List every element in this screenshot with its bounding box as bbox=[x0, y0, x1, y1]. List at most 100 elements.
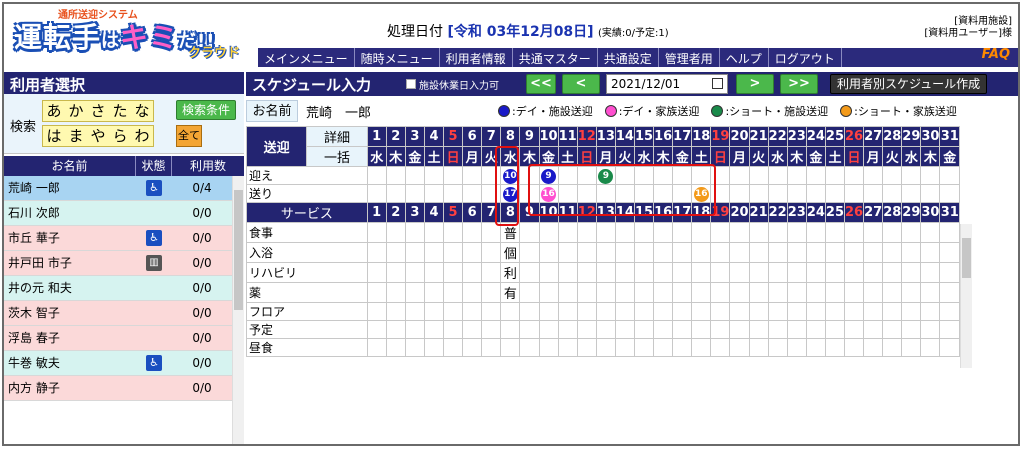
service-cell[interactable] bbox=[366, 242, 387, 263]
service-cell[interactable]: 有 bbox=[500, 282, 521, 303]
service-cell[interactable] bbox=[653, 320, 674, 339]
service-cell[interactable] bbox=[595, 262, 616, 283]
service-cell[interactable] bbox=[423, 338, 445, 357]
weekday-header[interactable]: 金 bbox=[404, 146, 425, 167]
service-cell[interactable] bbox=[672, 222, 693, 243]
service-cell[interactable] bbox=[538, 242, 559, 263]
weekday-header[interactable]: 火 bbox=[748, 146, 769, 167]
checkbox-box[interactable] bbox=[406, 79, 416, 89]
service-cell[interactable] bbox=[557, 320, 578, 339]
service-cell[interactable] bbox=[653, 222, 674, 243]
weekday-header[interactable]: 金 bbox=[939, 146, 960, 167]
service-cell[interactable] bbox=[691, 282, 712, 303]
day-header[interactable]: 10 bbox=[538, 126, 559, 147]
service-cell[interactable] bbox=[729, 282, 750, 303]
schedule-cell[interactable] bbox=[939, 166, 960, 185]
weekday-header[interactable]: 金 bbox=[805, 146, 826, 167]
service-cell[interactable] bbox=[901, 262, 922, 283]
service-cell[interactable] bbox=[576, 338, 597, 357]
kana-button[interactable]: は bbox=[43, 126, 65, 146]
service-cell[interactable] bbox=[863, 302, 884, 321]
service-cell[interactable] bbox=[462, 302, 483, 321]
day-header[interactable]: 22 bbox=[767, 126, 788, 147]
service-cell[interactable] bbox=[443, 302, 464, 321]
service-cell[interactable] bbox=[710, 282, 731, 303]
weekday-header[interactable]: 水 bbox=[767, 146, 788, 167]
next-month-button[interactable]: >> bbox=[780, 74, 818, 94]
service-cell[interactable] bbox=[786, 282, 807, 303]
service-cell[interactable] bbox=[366, 302, 387, 321]
prev-month-button[interactable]: << bbox=[526, 74, 556, 94]
kana-button[interactable]: あ bbox=[43, 101, 65, 121]
service-cell[interactable] bbox=[882, 302, 903, 321]
user-row[interactable]: 茨木 智子 0/0 bbox=[4, 301, 232, 326]
weekday-header[interactable]: 月 bbox=[863, 146, 884, 167]
service-cell[interactable] bbox=[786, 302, 807, 321]
service-cell[interactable] bbox=[729, 320, 750, 339]
day-header[interactable]: 26 bbox=[843, 126, 865, 147]
schedule-cell[interactable] bbox=[748, 166, 769, 185]
service-cell[interactable] bbox=[920, 262, 941, 283]
service-cell[interactable] bbox=[863, 338, 884, 357]
service-cell[interactable]: 利 bbox=[500, 262, 521, 283]
schedule-cell[interactable] bbox=[366, 184, 387, 203]
service-cell[interactable] bbox=[653, 282, 674, 303]
service-cell[interactable] bbox=[481, 242, 502, 263]
service-cell[interactable] bbox=[404, 302, 425, 321]
schedule-cell[interactable] bbox=[366, 166, 387, 185]
service-cell[interactable] bbox=[786, 320, 807, 339]
service-cell[interactable] bbox=[576, 262, 597, 283]
service-cell[interactable] bbox=[920, 338, 941, 357]
service-cell[interactable] bbox=[557, 302, 578, 321]
service-cell[interactable] bbox=[633, 302, 655, 321]
service-cell[interactable] bbox=[576, 302, 597, 321]
service-cell[interactable] bbox=[824, 262, 846, 283]
service-cell[interactable] bbox=[385, 320, 406, 339]
service-cell[interactable] bbox=[767, 320, 788, 339]
service-cell[interactable] bbox=[672, 338, 693, 357]
service-cell[interactable] bbox=[653, 262, 674, 283]
day-header[interactable]: 23 bbox=[786, 126, 807, 147]
day-header[interactable]: 21 bbox=[748, 126, 769, 147]
weekday-header[interactable]: 土 bbox=[824, 146, 846, 167]
weekday-header[interactable]: 月 bbox=[462, 146, 483, 167]
service-cell[interactable] bbox=[462, 222, 483, 243]
service-cell[interactable] bbox=[595, 338, 616, 357]
service-cell[interactable] bbox=[576, 320, 597, 339]
prev-day-button[interactable]: < bbox=[562, 74, 600, 94]
service-cell[interactable] bbox=[748, 320, 769, 339]
service-cell[interactable] bbox=[843, 302, 865, 321]
day-header[interactable]: 24 bbox=[805, 126, 826, 147]
service-cell[interactable] bbox=[863, 262, 884, 283]
menu-item-4[interactable]: 共通設定 bbox=[598, 48, 659, 67]
service-cell[interactable] bbox=[443, 320, 464, 339]
kana-button[interactable]: わ bbox=[131, 126, 153, 146]
weekday-header[interactable]: 水 bbox=[366, 146, 387, 167]
service-cell[interactable] bbox=[863, 242, 884, 263]
service-cell[interactable] bbox=[443, 242, 464, 263]
user-row[interactable]: 内方 静子 0/0 bbox=[4, 376, 232, 401]
service-cell[interactable] bbox=[519, 242, 540, 263]
user-row[interactable]: 井戸田 市子 ▥ 0/0 bbox=[4, 251, 232, 276]
weekday-header[interactable]: 月 bbox=[729, 146, 750, 167]
service-cell[interactable] bbox=[824, 242, 846, 263]
service-cell[interactable] bbox=[767, 242, 788, 263]
service-cell[interactable] bbox=[748, 282, 769, 303]
user-row[interactable]: 牛巻 敏夫 ♿ 0/0 bbox=[4, 351, 232, 376]
service-cell[interactable] bbox=[614, 338, 635, 357]
schedule-cell[interactable] bbox=[729, 166, 750, 185]
weekday-header[interactable]: 木 bbox=[385, 146, 406, 167]
kana-button[interactable]: ま bbox=[65, 126, 87, 146]
service-cell[interactable] bbox=[366, 282, 387, 303]
service-cell[interactable] bbox=[920, 282, 941, 303]
schedule-cell[interactable] bbox=[443, 166, 464, 185]
service-cell[interactable] bbox=[691, 320, 712, 339]
service-cell[interactable] bbox=[843, 262, 865, 283]
service-cell[interactable] bbox=[767, 262, 788, 283]
day-header[interactable]: 18 bbox=[691, 126, 712, 147]
schedule-cell[interactable] bbox=[882, 166, 903, 185]
service-cell[interactable] bbox=[519, 262, 540, 283]
day-header[interactable]: 20 bbox=[729, 126, 750, 147]
date-input[interactable]: 2021/12/01 bbox=[606, 74, 728, 94]
service-cell[interactable] bbox=[805, 282, 826, 303]
